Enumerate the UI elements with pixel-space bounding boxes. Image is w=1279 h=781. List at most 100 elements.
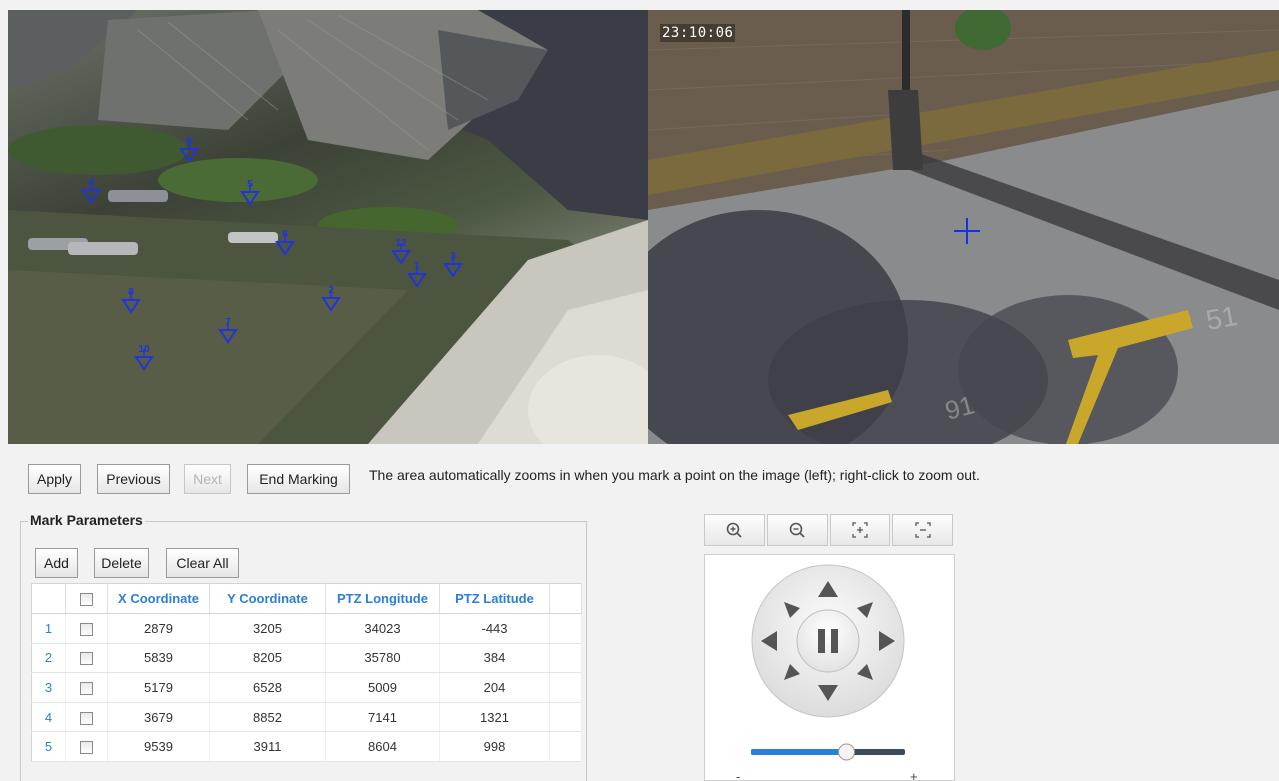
ptz-up-right-arrow-icon[interactable] bbox=[853, 597, 879, 623]
calibration-image-left[interactable]: 9 4 5 6 12 1 3 8 2 7 10 bbox=[8, 10, 648, 444]
ptz-down-right-arrow-icon[interactable] bbox=[853, 659, 879, 685]
row-index: 4 bbox=[31, 702, 66, 733]
row-index: 1 bbox=[31, 613, 66, 644]
zoom-out-icon[interactable] bbox=[766, 514, 828, 546]
plus-crosshair-icon bbox=[954, 218, 980, 244]
end-marking-button[interactable]: End Marking bbox=[247, 464, 350, 494]
ptz-longitude-cell: 35780 bbox=[325, 643, 440, 674]
y-coordinate-header[interactable]: Y Coordinate bbox=[209, 583, 326, 614]
focus-near-icon[interactable] bbox=[829, 514, 891, 546]
mark-point-icon[interactable]: 10 bbox=[133, 344, 155, 371]
left-scene-graphic bbox=[8, 10, 648, 444]
mark-point-label: 9 bbox=[186, 136, 192, 147]
ptz-latitude-cell: 998 bbox=[439, 731, 550, 762]
marking-hint-text: The area automatically zooms in when you… bbox=[369, 467, 980, 483]
speed-max-label: + bbox=[910, 769, 918, 781]
row-index: 2 bbox=[31, 643, 66, 674]
mark-point-label: 12 bbox=[395, 238, 407, 249]
row-checkbox-cell bbox=[65, 731, 108, 762]
filler-cell bbox=[549, 702, 582, 733]
mark-point-icon[interactable]: 9 bbox=[178, 136, 200, 163]
table-header-row: X Coordinate Y Coordinate PTZ Longitude … bbox=[31, 583, 582, 614]
add-button[interactable]: Add bbox=[35, 548, 78, 578]
select-all-checkbox-cell bbox=[65, 583, 108, 614]
clear-all-button[interactable]: Clear All bbox=[166, 548, 239, 578]
mark-point-icon[interactable]: 2 bbox=[320, 285, 342, 312]
ptz-left-arrow-icon[interactable] bbox=[755, 626, 785, 656]
zoom-in-icon[interactable] bbox=[704, 514, 765, 546]
mark-point-label: 2 bbox=[328, 285, 334, 296]
x-coordinate-cell: 3679 bbox=[107, 702, 210, 733]
mark-point-icon[interactable]: 4 bbox=[80, 177, 102, 204]
ptz-down-arrow-icon[interactable] bbox=[813, 679, 843, 709]
ptz-longitude-cell: 7141 bbox=[325, 702, 440, 733]
x-coordinate-cell: 5839 bbox=[107, 643, 210, 674]
ptz-up-left-arrow-icon[interactable] bbox=[779, 597, 805, 623]
index-column-header bbox=[31, 583, 66, 614]
mark-point-icon[interactable]: 1 bbox=[406, 261, 428, 288]
mark-point-icon[interactable]: 5 bbox=[239, 179, 261, 206]
y-coordinate-cell: 8852 bbox=[209, 702, 326, 733]
y-coordinate-cell: 3205 bbox=[209, 613, 326, 644]
filler-cell bbox=[549, 643, 582, 674]
ptz-longitude-header[interactable]: PTZ Longitude bbox=[325, 583, 440, 614]
row-checkbox[interactable] bbox=[80, 622, 93, 636]
focus-far-icon[interactable] bbox=[892, 514, 953, 546]
mark-point-label: 5 bbox=[247, 179, 253, 190]
ptz-longitude-cell: 5009 bbox=[325, 672, 440, 703]
table-row[interactable]: 3 5179 6528 5009 204 bbox=[31, 672, 582, 703]
speed-min-label: - bbox=[736, 769, 741, 781]
ptz-longitude-cell: 8604 bbox=[325, 731, 440, 762]
table-row[interactable]: 1 2879 3205 34023 -443 bbox=[31, 613, 582, 644]
previous-button[interactable]: Previous bbox=[97, 464, 170, 494]
row-checkbox[interactable] bbox=[80, 652, 93, 666]
ptz-right-arrow-icon[interactable] bbox=[871, 626, 901, 656]
svg-text:51: 51 bbox=[1204, 300, 1240, 336]
x-coordinate-cell: 2879 bbox=[107, 613, 210, 644]
mark-point-label: 8 bbox=[128, 287, 134, 298]
y-coordinate-cell: 3911 bbox=[209, 731, 326, 762]
row-index: 5 bbox=[31, 731, 66, 762]
mark-point-icon[interactable]: 7 bbox=[217, 317, 239, 344]
table-row[interactable]: 4 3679 8852 7141 1321 bbox=[31, 702, 582, 733]
table-row[interactable]: 2 5839 8205 35780 384 bbox=[31, 643, 582, 674]
filler-cell bbox=[549, 613, 582, 644]
row-checkbox[interactable] bbox=[80, 711, 93, 725]
row-checkbox[interactable] bbox=[80, 741, 93, 755]
osd-timestamp: 23:10:06 bbox=[660, 24, 736, 42]
ptz-latitude-cell: 204 bbox=[439, 672, 550, 703]
mark-point-icon[interactable]: 8 bbox=[120, 287, 142, 314]
filler-cell bbox=[549, 731, 582, 762]
delete-button[interactable]: Delete bbox=[94, 548, 149, 578]
x-coordinate-header[interactable]: X Coordinate bbox=[107, 583, 210, 614]
row-checkbox-cell bbox=[65, 702, 108, 733]
filler-header bbox=[549, 583, 582, 614]
mark-point-label: 1 bbox=[414, 261, 420, 272]
ptz-live-view-right[interactable]: 51 91 23:10:06 bbox=[648, 10, 1279, 444]
x-coordinate-cell: 9539 bbox=[107, 731, 210, 762]
ptz-latitude-cell: 384 bbox=[439, 643, 550, 674]
mark-parameters-legend: Mark Parameters bbox=[28, 512, 145, 528]
ptz-down-left-arrow-icon[interactable] bbox=[779, 659, 805, 685]
y-coordinate-cell: 6528 bbox=[209, 672, 326, 703]
mark-point-label: 4 bbox=[88, 177, 94, 188]
row-checkbox-cell bbox=[65, 643, 108, 674]
table-row[interactable]: 5 9539 3911 8604 998 bbox=[31, 731, 582, 762]
mark-point-label: 6 bbox=[282, 229, 288, 240]
mark-point-label: 3 bbox=[450, 251, 456, 262]
filler-cell bbox=[549, 672, 582, 703]
speed-slider[interactable] bbox=[749, 741, 909, 763]
ptz-latitude-cell: 1321 bbox=[439, 702, 550, 733]
row-checkbox[interactable] bbox=[80, 682, 93, 696]
mark-point-icon[interactable]: 3 bbox=[442, 251, 464, 278]
apply-button[interactable]: Apply bbox=[28, 464, 81, 494]
row-checkbox-cell bbox=[65, 672, 108, 703]
pause-icon[interactable] bbox=[800, 613, 856, 669]
ptz-up-arrow-icon[interactable] bbox=[813, 573, 843, 603]
ptz-lens-toolbar bbox=[704, 514, 953, 548]
ptz-direction-pad bbox=[704, 554, 955, 781]
next-button[interactable]: Next bbox=[184, 464, 231, 494]
select-all-checkbox[interactable] bbox=[80, 593, 93, 607]
mark-point-icon[interactable]: 6 bbox=[274, 229, 296, 256]
ptz-latitude-header[interactable]: PTZ Latitude bbox=[439, 583, 550, 614]
